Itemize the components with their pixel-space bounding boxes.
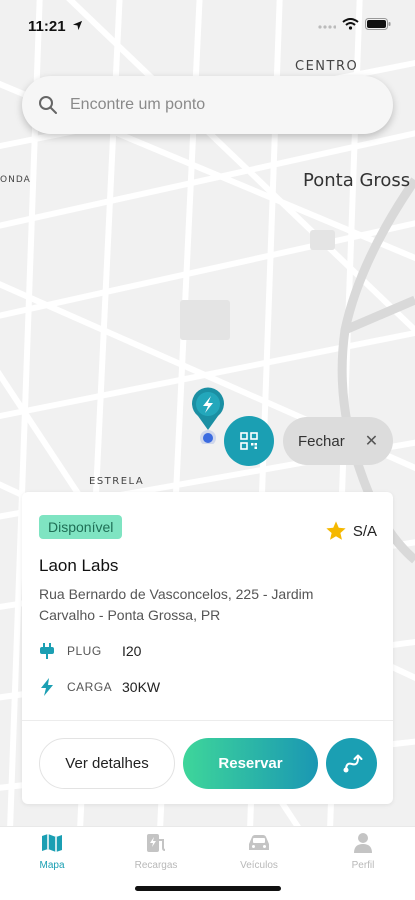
tab-mapa[interactable]: Mapa	[17, 831, 87, 871]
qr-code-icon	[240, 432, 258, 450]
plug-icon	[40, 643, 54, 659]
divider	[22, 720, 393, 721]
battery-icon	[365, 18, 391, 30]
app-screen: CENTRO Ponta Gross ONDA ESTRELA 11:21 En…	[0, 0, 415, 900]
wifi-icon	[342, 18, 359, 30]
map-label-city: Ponta Gross	[303, 170, 411, 191]
plug-value: I20	[122, 643, 142, 659]
charge-value: 30KW	[122, 679, 161, 695]
status-icons	[318, 18, 391, 30]
route-icon	[343, 754, 362, 772]
plug-spec: PLUG I20	[39, 642, 141, 660]
tab-label: Veículos	[240, 860, 278, 871]
station-name: Laon Labs	[39, 556, 119, 575]
status-time: 11:21	[28, 18, 83, 35]
map-icon	[42, 834, 62, 852]
star-icon	[326, 521, 346, 540]
tab-perfil[interactable]: Perfil	[328, 831, 398, 871]
search-input-placeholder[interactable]: Encontre um ponto	[70, 96, 205, 114]
station-address: Rua Bernardo de Vasconcelos, 225 - Jardi…	[39, 586, 314, 623]
station-card: Disponível S/A Laon Labs Rua Bernardo de…	[22, 492, 393, 804]
charge-label: CARGA	[67, 680, 113, 694]
charge-spec: CARGA 30KW	[39, 678, 160, 696]
tab-label: Perfil	[351, 860, 375, 871]
lightning-icon	[41, 678, 53, 696]
car-icon	[249, 835, 269, 850]
map-label-estrela: ESTRELA	[89, 476, 145, 487]
rating: S/A	[325, 520, 377, 542]
route-button[interactable]	[326, 738, 377, 789]
cellular-signal-icon	[318, 25, 336, 29]
search-icon	[39, 96, 57, 114]
status-bar: 11:21	[0, 0, 415, 50]
plug-label: PLUG	[67, 644, 102, 658]
status-time-text: 11:21	[28, 18, 66, 35]
charging-station-pin-icon[interactable]	[186, 384, 230, 444]
reserve-button[interactable]: Reservar	[183, 738, 318, 789]
close-chip-label: Fechar	[298, 432, 345, 450]
map-label-centro: CENTRO	[295, 59, 359, 74]
qr-code-button[interactable]	[224, 416, 274, 466]
details-button[interactable]: Ver detalhes	[39, 738, 175, 789]
map-label-onda: ONDA	[0, 175, 31, 185]
close-icon: ✕	[364, 433, 379, 450]
tab-label: Mapa	[39, 860, 65, 871]
tab-label: Recargas	[134, 860, 178, 871]
home-indicator	[135, 886, 281, 891]
tab-recargas[interactable]: Recargas	[121, 831, 191, 871]
person-icon	[354, 833, 372, 853]
status-badge: Disponível	[39, 515, 123, 539]
tab-veiculos[interactable]: Veículos	[224, 831, 294, 871]
rating-value: S/A	[352, 522, 377, 540]
search-bar[interactable]: Encontre um ponto	[22, 76, 393, 134]
close-chip-button[interactable]: Fechar ✕	[283, 417, 393, 465]
location-arrow-icon	[72, 20, 82, 31]
charging-station-icon	[147, 834, 166, 852]
